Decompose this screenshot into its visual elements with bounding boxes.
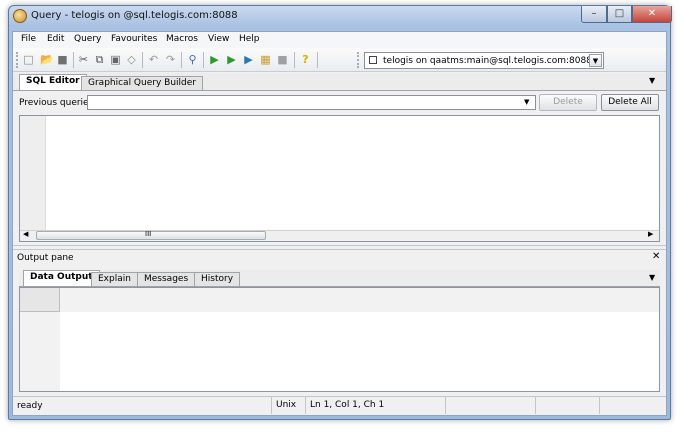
cut-icon[interactable]: ✂ (77, 53, 90, 66)
status-empty-cell (599, 397, 665, 414)
clear-icon[interactable]: ◇ (125, 53, 138, 66)
data-output-grid[interactable] (19, 287, 660, 392)
previous-queries-dropdown[interactable]: ▼ (87, 95, 536, 110)
undo-icon[interactable]: ↶ (147, 53, 160, 66)
connection-checkbox[interactable] (369, 56, 377, 64)
new-file-icon[interactable]: □ (22, 53, 35, 66)
editor-tab-strip: SQL Editor Graphical Query Builder ▼ (13, 73, 666, 91)
toolbar-separator (317, 52, 318, 68)
output-tab-strip: Data Output Explain Messages History ▼ (19, 270, 660, 287)
toolbar-grip[interactable] (357, 52, 359, 68)
previous-queries-label: Previous queries (19, 98, 94, 108)
stop-icon[interactable]: ■ (276, 53, 289, 66)
maximize-button[interactable]: □ (607, 6, 632, 23)
toolbar-separator (294, 52, 295, 68)
execute-icon[interactable]: ▶ (208, 53, 221, 66)
client-area: File Edit Query Favourites Macros View H… (12, 31, 667, 416)
sql-editor[interactable]: ◀ III ▶ (19, 115, 660, 242)
execute-to-file-icon[interactable]: ▶ (225, 53, 238, 66)
toolbar-separator (73, 52, 74, 68)
tab-sql-editor[interactable]: SQL Editor (19, 74, 87, 90)
menu-query[interactable]: Query (74, 34, 101, 44)
menu-view[interactable]: View (208, 34, 229, 44)
chevron-down-icon[interactable]: ▼ (524, 98, 529, 106)
status-empty-cell (445, 397, 535, 414)
close-button[interactable]: ✕ (632, 6, 672, 23)
toolbar-grip[interactable] (16, 52, 18, 68)
explain-icon[interactable]: ▶ (242, 53, 255, 66)
status-line-endings: Unix (271, 397, 305, 414)
open-folder-icon[interactable]: 📂 (40, 53, 54, 66)
connection-value: telogis on qaatms:main@sql.telogis.com:8… (383, 56, 592, 66)
editor-gutter (20, 116, 46, 230)
status-bar: ready Unix Ln 1, Col 1, Ch 1 (13, 396, 666, 415)
scroll-grip: III (145, 230, 152, 238)
tab-graphical-query-builder[interactable]: Graphical Query Builder (81, 76, 203, 90)
connection-dropdown[interactable]: telogis on qaatms:main@sql.telogis.com:8… (364, 52, 604, 69)
paste-icon[interactable]: ▣ (109, 53, 122, 66)
tab-menu-chevron-icon[interactable]: ▼ (649, 76, 655, 85)
app-elephant-icon (13, 9, 27, 23)
help-icon[interactable]: ? (299, 53, 312, 66)
tab-messages[interactable]: Messages (137, 272, 196, 286)
toolbar: □ 📂 ■ ✂ ⧉ ▣ ◇ ↶ ↷ ⚲ ▶ ▶ ▶ ▦ ■ ? telogis … (13, 48, 666, 72)
tab-history[interactable]: History (194, 272, 241, 286)
save-icon[interactable]: ■ (56, 53, 69, 66)
grid-column-header (60, 288, 659, 312)
chevron-down-icon[interactable]: ▼ (589, 54, 602, 67)
grid-corner-header (20, 288, 60, 312)
grid-row-header (20, 312, 60, 391)
window-title: Query - telogis on @sql.telogis.com:8088 (31, 10, 238, 21)
output-pane-title: Output pane (17, 253, 74, 263)
scrollbar-thumb[interactable]: III (36, 230, 266, 240)
close-output-pane-icon[interactable]: ✕ (652, 251, 660, 262)
delete-all-button[interactable]: Delete All (601, 94, 659, 111)
scroll-right-icon[interactable]: ▶ (648, 230, 653, 238)
scroll-left-icon[interactable]: ◀ (23, 230, 28, 238)
menu-edit[interactable]: Edit (47, 34, 64, 44)
delete-button[interactable]: Delete (539, 94, 597, 111)
status-state: ready (17, 401, 43, 411)
redo-icon[interactable]: ↷ (164, 53, 177, 66)
minimize-button[interactable]: – (581, 6, 607, 23)
pane-splitter[interactable] (13, 245, 666, 250)
toolbar-separator (181, 52, 182, 68)
tab-data-output[interactable]: Data Output (23, 270, 100, 286)
menu-file[interactable]: File (21, 34, 36, 44)
toolbar-separator (203, 52, 204, 68)
menu-help[interactable]: Help (239, 34, 260, 44)
menu-bar: File Edit Query Favourites Macros View H… (13, 32, 666, 48)
toolbar-separator (142, 52, 143, 68)
menu-favourites[interactable]: Favourites (111, 34, 157, 44)
copy-icon[interactable]: ⧉ (93, 53, 106, 66)
status-empty-cell (535, 397, 599, 414)
explain-analyze-icon[interactable]: ▦ (259, 53, 272, 66)
editor-horizontal-scrollbar[interactable]: ◀ III ▶ (20, 230, 659, 241)
menu-macros[interactable]: Macros (166, 34, 198, 44)
find-icon[interactable]: ⚲ (186, 53, 199, 66)
tab-menu-chevron-icon[interactable]: ▼ (649, 273, 655, 282)
status-cursor-position: Ln 1, Col 1, Ch 1 (305, 397, 445, 414)
tab-explain[interactable]: Explain (91, 272, 138, 286)
